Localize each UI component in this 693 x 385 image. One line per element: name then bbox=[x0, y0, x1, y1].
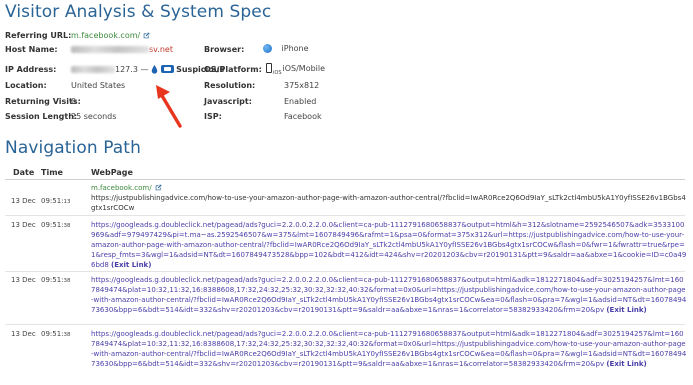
phone-icon bbox=[266, 63, 272, 73]
row-url[interactable]: https://googleads.g.doubleclick.net/page… bbox=[91, 221, 686, 269]
row-time: 09:51:13 bbox=[41, 197, 71, 205]
session-length-value: 25 seconds bbox=[71, 112, 117, 121]
external-link-icon[interactable] bbox=[143, 32, 150, 39]
ios-sub-label: iOS bbox=[273, 70, 282, 76]
javascript-label: Javascript: bbox=[204, 97, 252, 106]
table-row: https://googleads.g.doubleclick.net/page… bbox=[91, 220, 687, 270]
row-date: 13 Dec bbox=[11, 276, 36, 284]
page-title: Visitor Analysis & System Spec bbox=[5, 2, 272, 22]
location-label: Location: bbox=[5, 81, 47, 90]
location-value: United States bbox=[71, 81, 126, 90]
referring-url-label: Referring URL: bbox=[5, 31, 72, 40]
host-name-value: sv.net bbox=[71, 45, 173, 54]
browser-text: iPhone bbox=[281, 44, 309, 53]
droplet-icon[interactable] bbox=[151, 65, 158, 74]
resolution-value: 375x812 bbox=[284, 81, 320, 90]
header-divider bbox=[5, 179, 685, 180]
returning-visits-value: 0 bbox=[71, 97, 77, 106]
row-link[interactable]: m.facebook.com/ bbox=[91, 184, 152, 192]
os-platform-label: OS/Platform: bbox=[204, 65, 262, 74]
row-date: 13 Dec bbox=[11, 197, 36, 205]
id-badge-icon[interactable] bbox=[160, 65, 174, 73]
browser-label: Browser: bbox=[204, 45, 245, 54]
os-platform-value: iOSiOS/Mobile bbox=[266, 63, 325, 76]
referring-url-value: m.facebook.com/ bbox=[71, 31, 150, 40]
table-row: https://googleads.g.doubleclick.net/page… bbox=[91, 275, 687, 315]
exit-link[interactable]: (Exit Link) bbox=[111, 261, 151, 269]
navigation-path-title: Navigation Path bbox=[5, 138, 141, 158]
returning-visits-label: Returning Visits: bbox=[5, 97, 81, 106]
table-row: https://googleads.g.doubleclick.net/page… bbox=[91, 329, 687, 369]
exit-link[interactable]: (Exit Link) bbox=[606, 306, 646, 314]
host-name-label: Host Name: bbox=[5, 45, 58, 54]
row-time: 09:51:38 bbox=[41, 276, 71, 284]
row-time: 09:51:38 bbox=[41, 221, 71, 229]
row-time: 09:51:38 bbox=[41, 330, 71, 338]
host-name-suffix: sv.net bbox=[149, 45, 173, 54]
redacted-host bbox=[71, 46, 149, 53]
row-divider bbox=[5, 215, 685, 216]
row-divider bbox=[5, 271, 685, 272]
ip-suffix: 127.3 — bbox=[115, 65, 149, 74]
javascript-value: Enabled bbox=[284, 97, 317, 106]
isp-value: Facebook bbox=[284, 112, 322, 121]
row-url: https://justpublishingadvice.com/how-to-… bbox=[91, 194, 686, 212]
table-row: m.facebook.com/ https://justpublishingad… bbox=[91, 183, 687, 213]
red-arrow bbox=[156, 85, 182, 128]
os-platform-text: iOS/Mobile bbox=[282, 64, 326, 73]
resolution-label: Resolution: bbox=[204, 81, 256, 90]
ip-address-value: 127.3 — Suspicious bbox=[71, 65, 224, 74]
ip-address-label: IP Address: bbox=[5, 65, 57, 74]
referring-url-link[interactable]: m.facebook.com/ bbox=[71, 31, 140, 40]
row-divider bbox=[5, 324, 685, 325]
row-url[interactable]: https://googleads.g.doubleclick.net/page… bbox=[91, 330, 686, 368]
isp-label: ISP: bbox=[204, 112, 222, 121]
column-header-webpage: WebPage bbox=[91, 168, 133, 177]
exit-link[interactable]: (Exit Link) bbox=[606, 360, 646, 368]
external-link-icon[interactable] bbox=[155, 184, 162, 191]
column-header-date: Date bbox=[13, 168, 35, 177]
row-date: 13 Dec bbox=[11, 330, 36, 338]
column-header-time: Time bbox=[41, 168, 63, 177]
session-length-label: Session Length: bbox=[5, 112, 78, 121]
redacted-ip bbox=[71, 66, 115, 73]
globe-icon bbox=[263, 44, 272, 53]
browser-value: iPhone bbox=[263, 44, 309, 53]
row-date: 13 Dec bbox=[11, 221, 36, 229]
row-url[interactable]: https://googleads.g.doubleclick.net/page… bbox=[91, 276, 686, 314]
